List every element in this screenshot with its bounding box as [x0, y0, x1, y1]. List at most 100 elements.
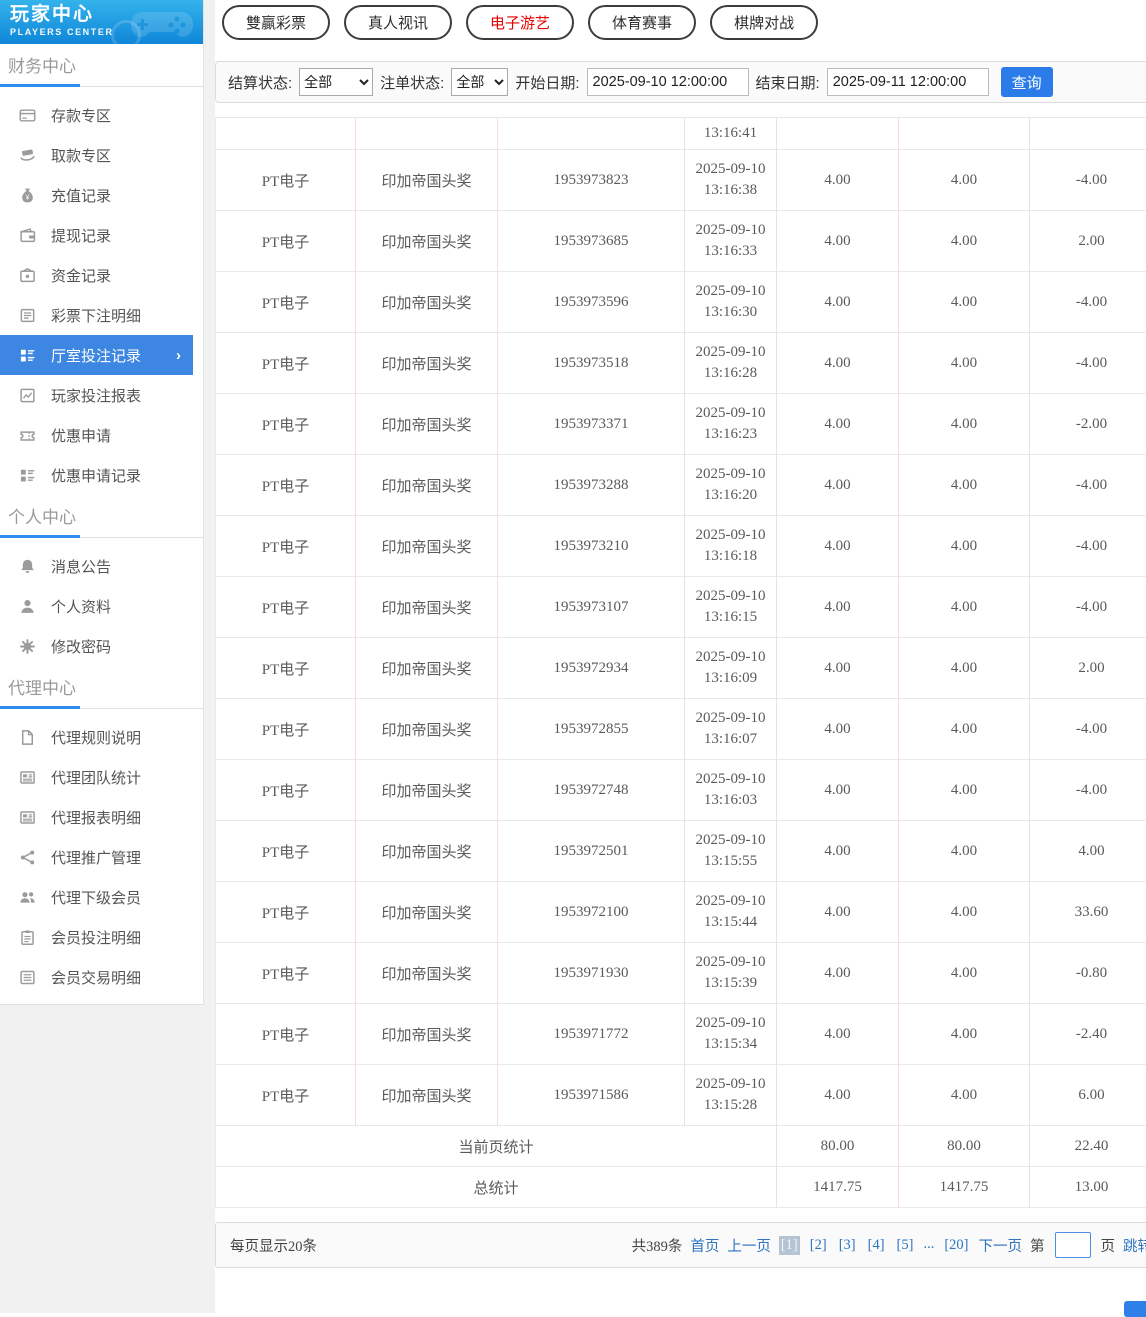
sidebar-item[interactable]: 优惠申请 — [0, 415, 193, 455]
order-no-cell: 1953972934 — [498, 638, 685, 699]
summary-valid: 80.00 — [899, 1126, 1030, 1167]
sidebar-item-label: 代理规则说明 — [51, 727, 141, 748]
table-row: PT电子印加帝国头奖19539719302025-09-1013:15:394.… — [216, 943, 1146, 1004]
game-tab[interactable]: 真人视讯 — [344, 5, 452, 40]
platform-cell: PT电子 — [216, 516, 356, 577]
bet-amount-cell: 4.00 — [777, 1065, 899, 1126]
game-tab[interactable]: 棋牌对战 — [710, 5, 818, 40]
game-tabs: 雙贏彩票真人视讯电子游艺体育赛事棋牌对战 — [215, 0, 1146, 40]
order-no-cell: 1953972855 — [498, 699, 685, 760]
valid-bet-cell: 4.00 — [899, 882, 1030, 943]
game-cell: 印加帝国头奖 — [356, 1065, 498, 1126]
sidebar-item-label: 取款专区 — [51, 145, 111, 166]
section-underline — [0, 708, 203, 709]
sidebar-item-label: 存款专区 — [51, 105, 111, 126]
sidebar-item[interactable]: 代理下级会员 — [0, 877, 193, 917]
jump-page-input[interactable] — [1055, 1232, 1091, 1258]
page-link[interactable]: [20] — [942, 1236, 970, 1255]
sidebar-item[interactable]: 个人资料 — [0, 586, 193, 626]
sidebar-item[interactable]: 玩家投注报表 — [0, 375, 193, 415]
bet-amount-cell: 4.00 — [777, 1004, 899, 1065]
game-cell: 印加帝国头奖 — [356, 577, 498, 638]
sidebar-item-label: 代理报表明细 — [51, 807, 141, 828]
recharge-record-icon: ¥ — [19, 187, 36, 204]
table-row: PT电子印加帝国头奖19539731072025-09-1013:16:154.… — [216, 577, 1146, 638]
search-button[interactable]: 查询 — [1001, 67, 1053, 97]
sidebar-item[interactable]: 消息公告 — [0, 546, 193, 586]
summary-row-current-page: 当前页统计 80.00 80.00 22.40 — [216, 1126, 1146, 1167]
sidebar-item[interactable]: 代理规则说明 — [0, 717, 193, 757]
platform-cell: PT电子 — [216, 882, 356, 943]
sidebar-item[interactable]: 代理报表明细 — [0, 797, 193, 837]
member-transaction-icon — [19, 969, 36, 986]
agent-team-stats-icon — [19, 769, 36, 786]
sidebar-item[interactable]: 彩票下注明细 — [0, 295, 193, 335]
table-row-partial: 13:16:41 — [216, 118, 1146, 150]
page-link[interactable]: [2] — [808, 1236, 829, 1255]
game-tab[interactable]: 雙贏彩票 — [222, 5, 330, 40]
time-cell: 2025-09-1013:16:20 — [685, 455, 777, 516]
sidebar-item-label: 个人资料 — [51, 596, 111, 617]
sidebar-item[interactable]: 厅室投注记录› — [0, 335, 193, 375]
sidebar-item[interactable]: 提现记录 — [0, 215, 193, 255]
valid-bet-cell: 4.00 — [899, 455, 1030, 516]
table-body: 13:16:41 PT电子印加帝国头奖19539738232025-09-101… — [216, 118, 1146, 1208]
withdraw-icon — [19, 147, 36, 164]
player-bet-report-icon — [19, 387, 36, 404]
section-underline — [0, 86, 203, 87]
winloss-cell: -4.00 — [1030, 760, 1146, 821]
sidebar-item[interactable]: 修改密码 — [0, 626, 193, 666]
summary-bet: 80.00 — [777, 1126, 899, 1167]
prev-page-link[interactable]: 上一页 — [727, 1235, 771, 1256]
winloss-cell: -4.00 — [1030, 150, 1146, 211]
table-row: PT电子印加帝国头奖19539732882025-09-1013:16:204.… — [216, 455, 1146, 516]
table-row: PT电子印加帝国头奖19539735182025-09-1013:16:284.… — [216, 333, 1146, 394]
sidebar-item[interactable]: ¥充值记录 — [0, 175, 193, 215]
sidebar-item[interactable]: 优惠申请记录 — [0, 455, 193, 495]
hall-bet-record-icon — [19, 347, 36, 364]
total-count: 共389条 — [632, 1235, 683, 1256]
valid-bet-cell: 4.00 — [899, 821, 1030, 882]
sidebar-item-label: 彩票下注明细 — [51, 305, 141, 326]
platform-cell: PT电子 — [216, 577, 356, 638]
game-cell: 印加帝国头奖 — [356, 882, 498, 943]
page-links: [1] [2] [3] [4] [5]... [20] — [779, 1236, 971, 1255]
sidebar-item[interactable]: 资金记录 — [0, 255, 193, 295]
settle-status-select[interactable]: 全部 — [299, 68, 373, 96]
sidebar-item-label: 资金记录 — [51, 265, 111, 286]
order-no-cell: 1953972748 — [498, 760, 685, 821]
time-cell: 2025-09-1013:16:38 — [685, 150, 777, 211]
page-link[interactable]: [3] — [837, 1236, 858, 1255]
game-tab[interactable]: 体育赛事 — [588, 5, 696, 40]
winloss-cell: -4.00 — [1030, 272, 1146, 333]
game-tab[interactable]: 电子游艺 — [466, 5, 574, 40]
floating-widget-fragment[interactable] — [1124, 1301, 1146, 1317]
sidebar-item[interactable]: 取款专区 — [0, 135, 193, 175]
sidebar-item-label: 优惠申请记录 — [51, 465, 141, 486]
sidebar-item[interactable]: 代理推广管理 — [0, 837, 193, 877]
page-ellipsis: ... — [923, 1236, 934, 1255]
first-page-link[interactable]: 首页 — [690, 1235, 719, 1256]
time-cell: 2025-09-1013:16:28 — [685, 333, 777, 394]
sidebar-item[interactable]: 存款专区 — [0, 95, 193, 135]
start-date-input[interactable] — [587, 68, 749, 96]
valid-bet-cell: 4.00 — [899, 272, 1030, 333]
pagination-bar: 每页显示20条 共389条 首页 上一页 [1][2][3][4][5]...[… — [215, 1222, 1146, 1268]
next-page-link[interactable]: 下一页 — [979, 1235, 1023, 1256]
sidebar-item[interactable]: 代理团队统计 — [0, 757, 193, 797]
sidebar-section: 个人中心消息公告个人资料修改密码 — [0, 505, 203, 666]
order-status-select[interactable]: 全部 — [451, 68, 508, 96]
sidebar-item[interactable]: 会员交易明细 — [0, 957, 193, 997]
page-link[interactable]: [1] — [779, 1236, 800, 1255]
jump-button[interactable]: 跳转 — [1123, 1235, 1146, 1256]
page-link[interactable]: [5] — [895, 1236, 916, 1255]
bet-amount-cell: 4.00 — [777, 211, 899, 272]
sidebar-item[interactable]: 会员投注明细 — [0, 917, 193, 957]
bet-amount-cell: 4.00 — [777, 516, 899, 577]
time-cell: 2025-09-1013:16:07 — [685, 699, 777, 760]
page-link[interactable]: [4] — [866, 1236, 887, 1255]
bet-amount-cell: 4.00 — [777, 394, 899, 455]
bet-amount-cell: 4.00 — [777, 638, 899, 699]
table-row: PT电子印加帝国头奖19539735962025-09-1013:16:304.… — [216, 272, 1146, 333]
end-date-input[interactable] — [827, 68, 989, 96]
